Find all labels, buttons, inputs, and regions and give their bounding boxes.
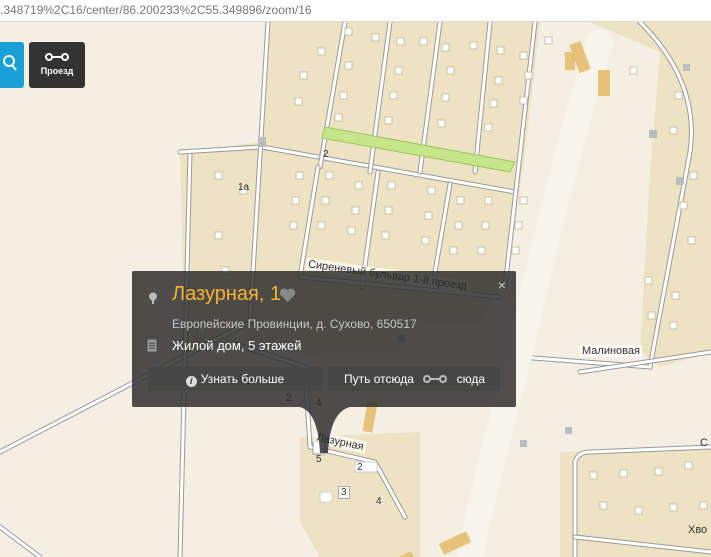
house-number-label: 2 xyxy=(357,462,363,473)
document-icon xyxy=(147,339,157,357)
route-button-label: Проезд xyxy=(40,66,74,76)
search-icon xyxy=(2,54,18,77)
info-icon: i xyxy=(185,376,197,387)
route-button[interactable]: Проезд xyxy=(29,42,85,88)
house-number-label: 3 xyxy=(338,486,350,499)
popup-pointer xyxy=(300,407,350,458)
street-label-khvo: Хво xyxy=(688,524,708,536)
house-number-label: 1а xyxy=(238,182,250,193)
street-label-c: С xyxy=(700,437,708,449)
popup-description: Жилой дом, 5 этажей xyxy=(172,338,302,353)
route-from-label[interactable]: Путь отсюда xyxy=(344,372,414,386)
pin-icon xyxy=(148,291,158,309)
learn-more-label: Узнать больше xyxy=(200,372,285,386)
address-bar[interactable]: .348719%2C16/center/86.200233%2C55.34989… xyxy=(0,0,711,22)
popup-title: Лазурная, 1 xyxy=(172,283,282,305)
street-label-malinovaya: Малиновая xyxy=(580,345,642,357)
route-icon xyxy=(423,368,448,392)
route-from-to-button[interactable]: Путь отсюда сюда xyxy=(328,367,500,391)
route-to-label[interactable]: сюда xyxy=(457,372,485,386)
popup-address: Европейские Провинции, д. Сухово, 650517 xyxy=(172,317,417,331)
favorite-heart-icon[interactable] xyxy=(279,288,296,308)
url-text: .348719%2C16/center/86.200233%2C55.34989… xyxy=(0,3,312,17)
close-button[interactable]: × xyxy=(498,277,506,293)
route-icon xyxy=(29,52,85,64)
place-popup: Лазурная, 1 × Европейские Провинции, д. … xyxy=(132,271,516,453)
house-number-label: 4 xyxy=(376,496,382,507)
search-button[interactable] xyxy=(0,42,24,88)
learn-more-button[interactable]: i Узнать больше xyxy=(148,367,322,391)
house-number-label: 2 xyxy=(323,149,329,160)
